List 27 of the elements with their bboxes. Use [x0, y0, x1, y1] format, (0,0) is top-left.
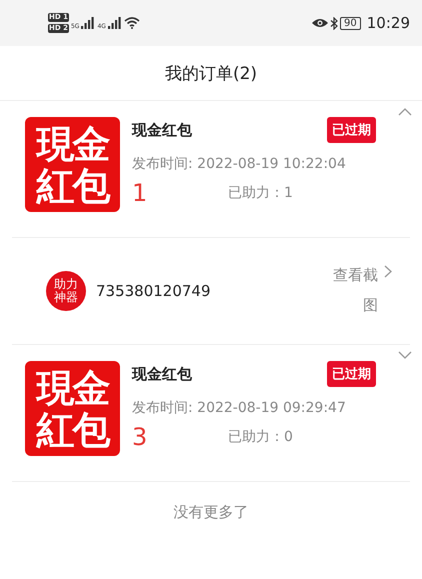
helper-id: 735380120749 — [96, 282, 212, 300]
status-badge: 已过期 — [327, 117, 376, 143]
order-title: 现金红包 — [132, 365, 192, 384]
cash-packet-logo: 現金紅包 — [25, 361, 120, 456]
page-title: 我的订单(2) — [164, 62, 258, 84]
helped-count: 已助力：1 — [228, 184, 293, 202]
signal-icon — [108, 17, 122, 29]
helped-count: 已助力：0 — [228, 428, 293, 446]
expand-icon[interactable] — [398, 351, 412, 360]
battery-indicator: 90 — [340, 16, 361, 30]
end-of-list-text: 没有更多了 — [174, 502, 248, 522]
helper-avatar: 助力神器 — [46, 271, 86, 311]
signal-icon — [81, 17, 96, 29]
chevron-right-icon — [384, 265, 392, 278]
order-count: 1 — [132, 179, 148, 207]
order-title: 现金红包 — [132, 121, 192, 140]
bluetooth-icon — [330, 16, 338, 30]
wifi-icon — [124, 17, 140, 29]
publish-time: 发布时间: 2022-08-19 09:29:47 — [132, 399, 347, 417]
status-badge: 已过期 — [327, 361, 376, 387]
cash-packet-logo: 現金紅包 — [25, 117, 120, 212]
clock-time: 10:29 — [366, 14, 410, 32]
eye-icon — [312, 18, 328, 28]
collapse-icon[interactable] — [398, 107, 412, 116]
publish-time: 发布时间: 2022-08-19 10:22:04 — [132, 155, 347, 173]
order-count: 3 — [132, 423, 148, 451]
view-screenshot-link[interactable]: 查看截图 — [322, 261, 392, 321]
